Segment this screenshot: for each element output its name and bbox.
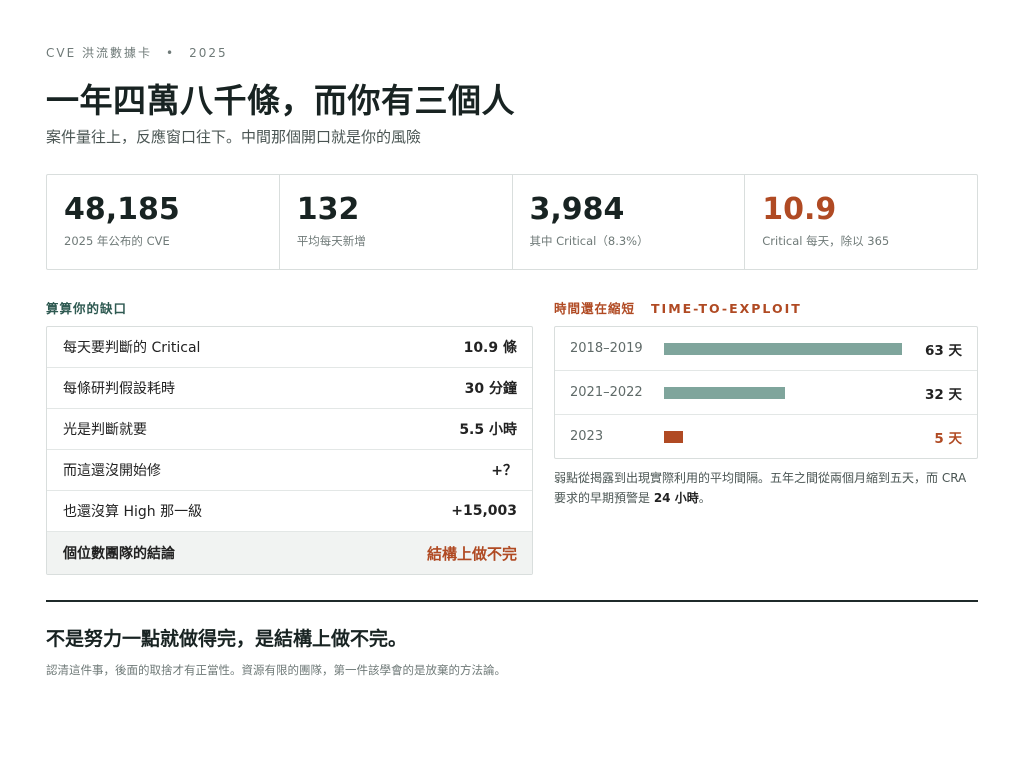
conclusion-title: 不是努力一點就做得完，是結構上做不完。: [46, 628, 408, 650]
stat-value: 3,984: [529, 192, 625, 227]
row-label: 光是判斷就要: [63, 422, 147, 438]
bar-days-label: 5 天: [934, 430, 962, 447]
bar-fill: [664, 430, 683, 443]
row-value: 5.5 小時: [459, 422, 517, 438]
row-label: 每條研判假設耗時: [63, 381, 175, 397]
conclusion-label: 個位數團隊的結論: [63, 546, 175, 562]
kicker-separator: •: [166, 46, 176, 60]
bar-fill: [664, 386, 785, 399]
row-value: 10.9 條: [463, 340, 517, 356]
table-row: 每條研判假設耗時 30 分鐘: [47, 367, 532, 408]
page-title: 一年四萬八千條，而你有三個人: [46, 81, 515, 120]
row-label: 而這還沒開始修: [63, 463, 161, 479]
stat-label: 其中 Critical（8.3%）: [529, 234, 649, 248]
kicker-year: 2025: [189, 46, 228, 60]
stat-label: Critical 每天，除以 365: [762, 234, 890, 248]
page-subtitle: 案件量往上，反應窗口往下。中間那個開口就是你的風險: [46, 128, 422, 146]
divider: [46, 600, 978, 602]
stat-critical-per-day: 10.9 Critical 每天，除以 365: [744, 175, 977, 269]
bar-row: 2021–2022 32 天: [555, 370, 977, 414]
stat-value: 132: [296, 192, 360, 227]
table-row: 也還沒算 High 那一級 +15,003: [47, 490, 532, 531]
stat-value: 10.9: [762, 192, 837, 227]
stat-label: 2025 年公布的 CVE: [64, 234, 170, 248]
bar-period-label: 2021–2022: [570, 385, 643, 400]
gap-calculation-table: 每天要判斷的 Critical 10.9 條 每條研判假設耗時 30 分鐘 光是…: [46, 326, 533, 575]
stat-value: 48,185: [64, 192, 180, 227]
conclusion-value: 結構上做不完: [426, 544, 517, 563]
note-end: 。: [698, 491, 711, 505]
stats-strip: 48,185 2025 年公布的 CVE 132 平均每天新增 3,984 其中…: [46, 174, 978, 270]
note-text: 弱點從揭露到出現實際利用的平均間隔。五年之間從兩個月縮到五天，而 CRA 要求的…: [554, 471, 967, 505]
stat-daily-new: 132 平均每天新增: [278, 175, 512, 269]
tte-heading-zh: 時間還在縮短: [554, 301, 636, 316]
table-row: 而這還沒開始修 +？: [47, 449, 532, 490]
row-value: 30 分鐘: [464, 381, 517, 397]
conclusion-row: 個位數團隊的結論 結構上做不完: [47, 531, 532, 574]
row-value: +？: [491, 463, 517, 479]
bar-track: [664, 430, 902, 443]
stat-total-cve: 48,185 2025 年公布的 CVE: [47, 175, 279, 269]
table-row: 每天要判斷的 Critical 10.9 條: [47, 327, 532, 367]
tte-heading-en: TIME-TO-EXPLOIT: [651, 301, 802, 316]
bar-track: [664, 342, 902, 355]
kicker-label: CVE 洪流數據卡: [46, 46, 152, 60]
table-row: 光是判斷就要 5.5 小時: [47, 408, 532, 449]
row-label: 每天要判斷的 Critical: [63, 340, 201, 356]
gap-section-heading: 算算你的缺口: [46, 301, 128, 316]
stat-label: 平均每天新增: [296, 234, 366, 248]
note-emphasis: 24 小時: [653, 491, 699, 505]
bar-period-label: 2023: [570, 429, 604, 444]
tte-note: 弱點從揭露到出現實際利用的平均間隔。五年之間從兩個月縮到五天，而 CRA 要求的…: [554, 468, 976, 508]
tte-section-heading: 時間還在縮短 TIME-TO-EXPLOIT: [554, 298, 802, 317]
bar-row: 2023 5 天: [555, 414, 977, 458]
bar-track: [664, 386, 902, 399]
row-value: +15,003: [451, 503, 517, 519]
bar-row: 2018–2019 63 天: [555, 327, 977, 370]
bar-fill: [664, 342, 902, 355]
bar-days-label: 32 天: [925, 386, 962, 403]
row-label: 也還沒算 High 那一級: [63, 504, 203, 520]
stat-critical: 3,984 其中 Critical（8.3%）: [511, 175, 745, 269]
time-to-exploit-bars: 2018–2019 63 天 2021–2022 32 天 2023 5 天: [554, 326, 978, 459]
conclusion-subtitle: 認清這件事，後面的取捨才有正當性。資源有限的團隊，第一件該學會的是放棄的方法論。: [46, 663, 506, 677]
bar-days-label: 63 天: [925, 342, 962, 359]
bar-period-label: 2018–2019: [570, 341, 643, 356]
kicker: CVE 洪流數據卡 • 2025: [46, 44, 228, 61]
